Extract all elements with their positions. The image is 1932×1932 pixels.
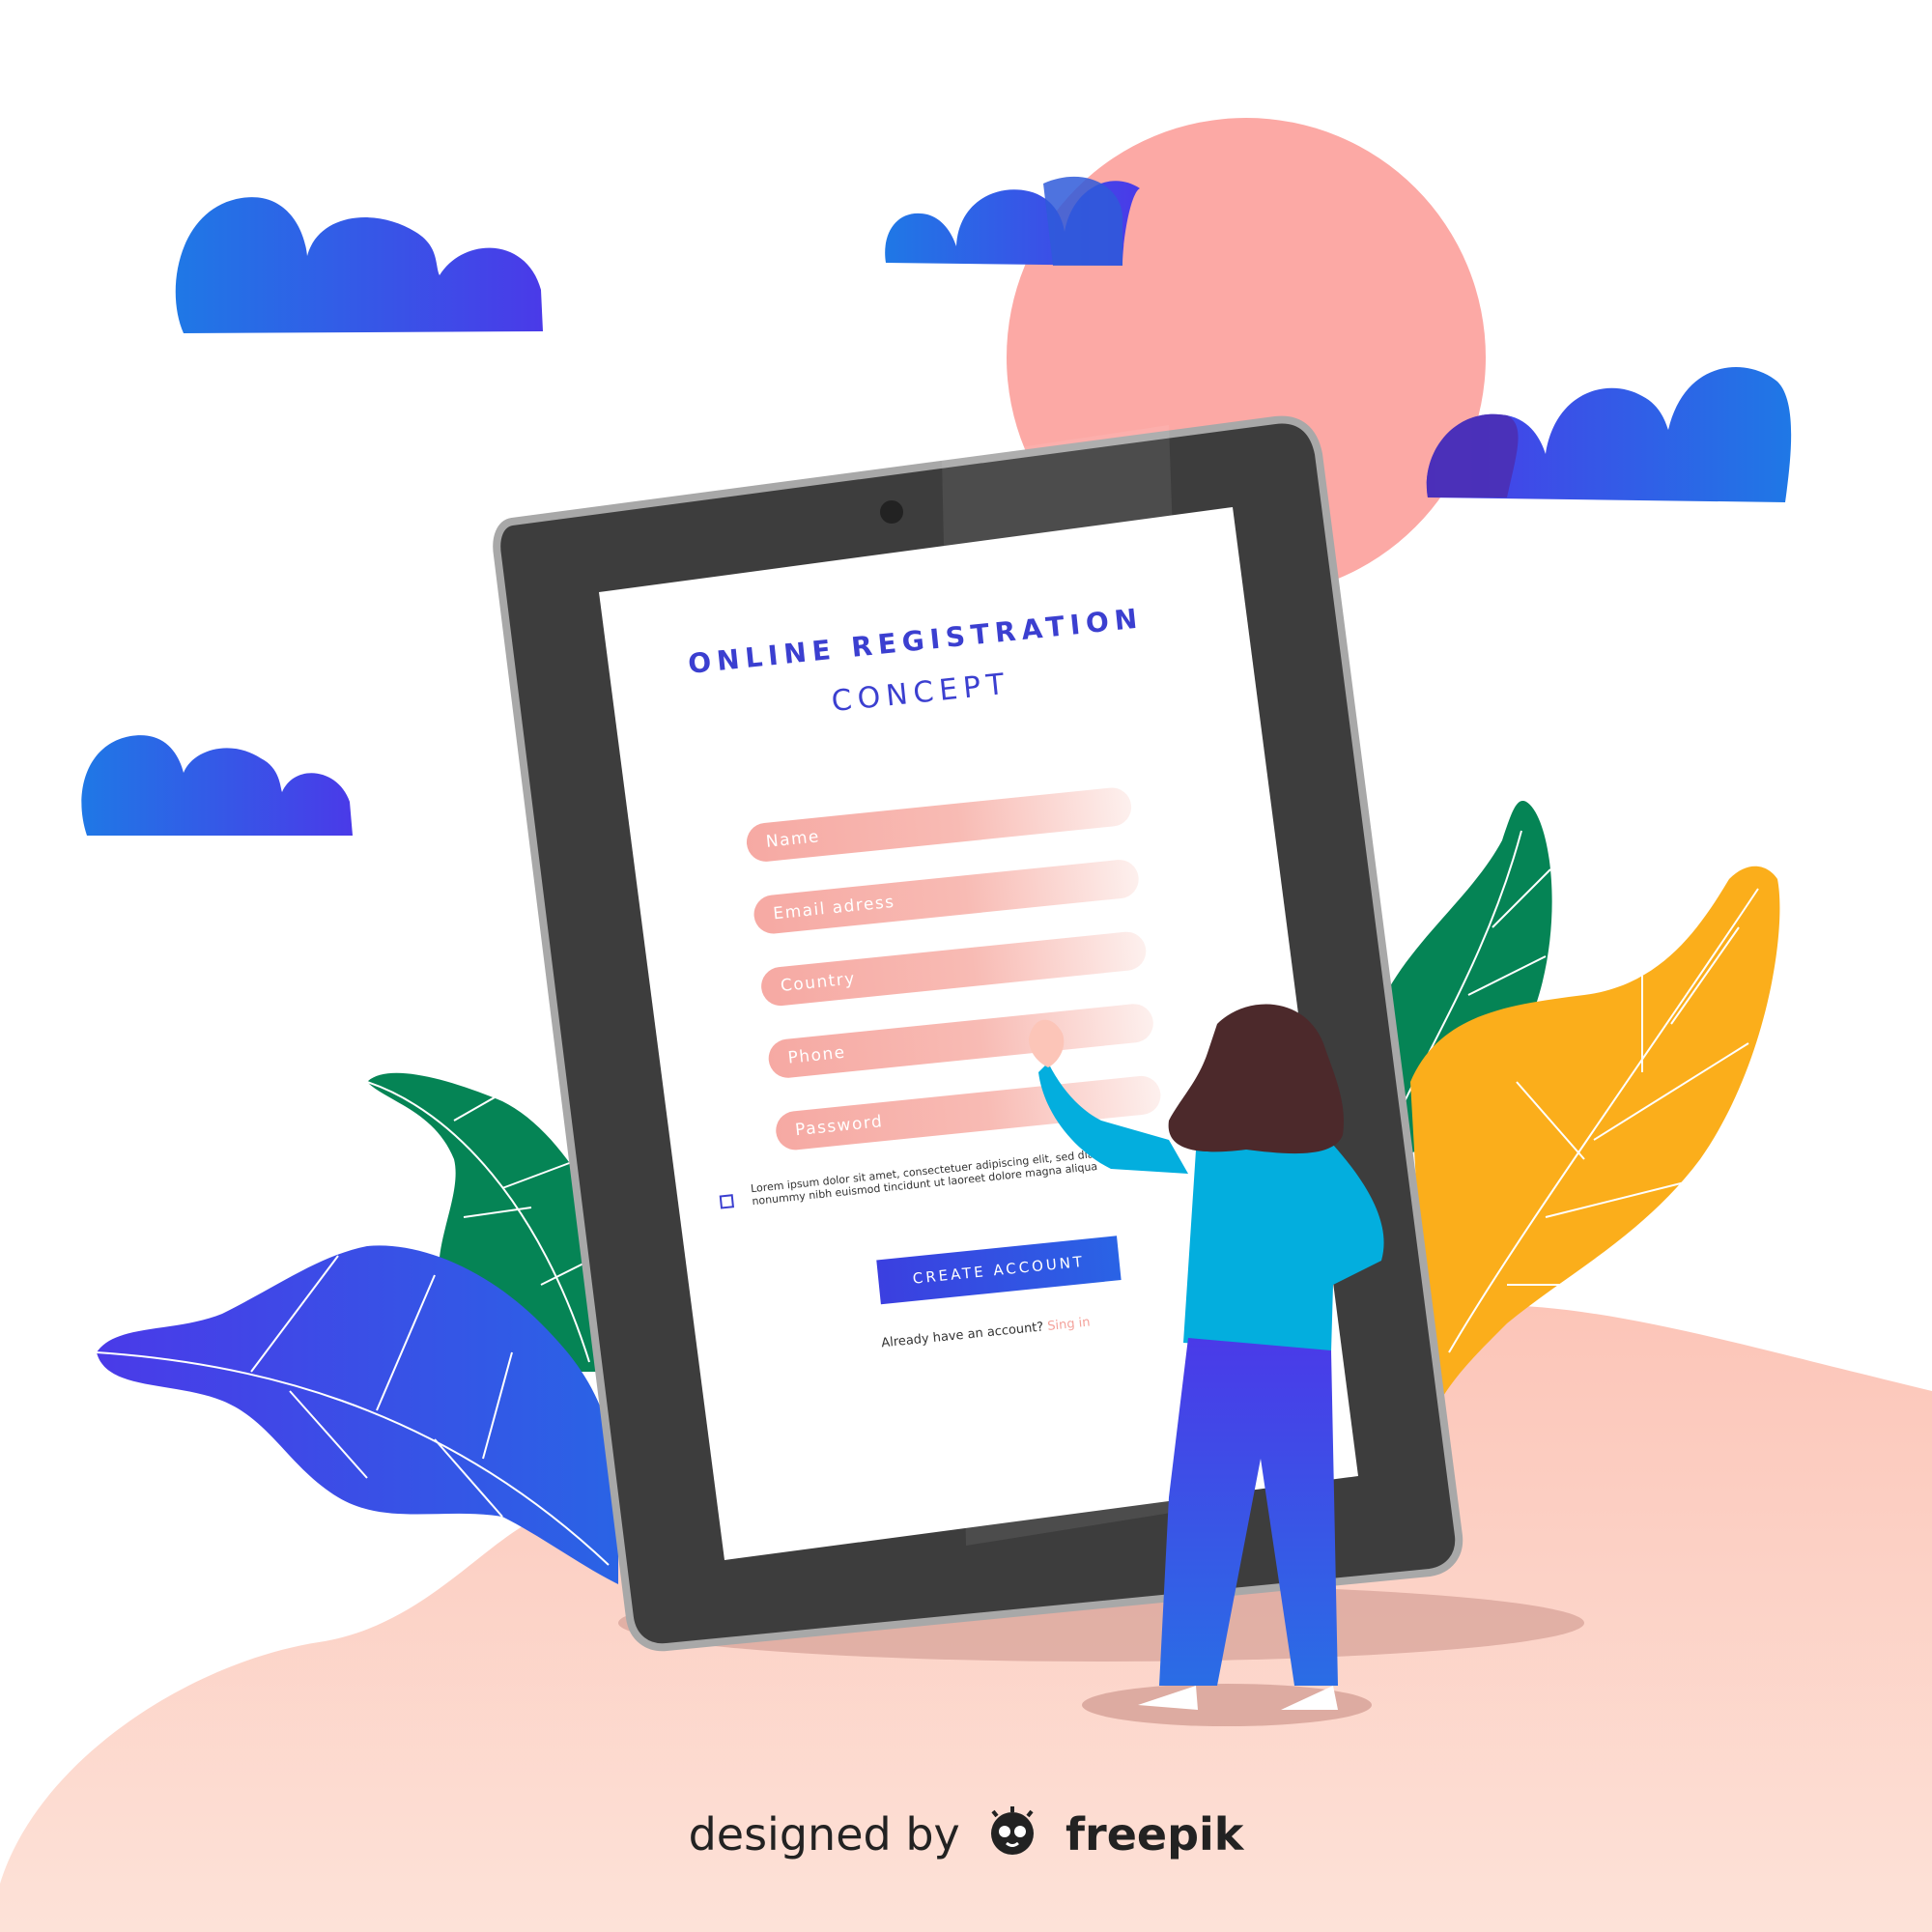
- name-field[interactable]: Name: [745, 785, 1134, 864]
- cloud-top-left: [175, 197, 543, 333]
- freepik-logo-icon: [983, 1806, 1041, 1869]
- password-field[interactable]: Password: [774, 1074, 1163, 1152]
- email-field[interactable]: Email adress: [752, 858, 1141, 936]
- tablet-camera: [880, 500, 903, 524]
- terms-checkbox[interactable]: [719, 1194, 735, 1209]
- signin-line: Already have an account? Sing in: [668, 1293, 1303, 1373]
- signin-link[interactable]: Sing in: [1047, 1316, 1092, 1334]
- freepik-credit: designed by freepik: [0, 1806, 1932, 1869]
- credit-brand: freepik: [1065, 1808, 1244, 1861]
- registration-form: ONLINE REGISTRATION CONCEPT Name Email a…: [591, 540, 1321, 1547]
- phone-field[interactable]: Phone: [766, 1002, 1155, 1080]
- create-account-button[interactable]: CREATE ACCOUNT: [876, 1236, 1122, 1305]
- person-shadow: [1082, 1684, 1372, 1726]
- credit-prefix: designed by: [688, 1808, 960, 1861]
- illustration: ONLINE REGISTRATION CONCEPT Name Email a…: [0, 0, 1932, 1932]
- cloud-left: [81, 735, 353, 836]
- country-field[interactable]: Country: [759, 929, 1149, 1008]
- cloud-top-center: [885, 176, 1140, 266]
- signin-prompt: Already have an account?: [880, 1320, 1045, 1351]
